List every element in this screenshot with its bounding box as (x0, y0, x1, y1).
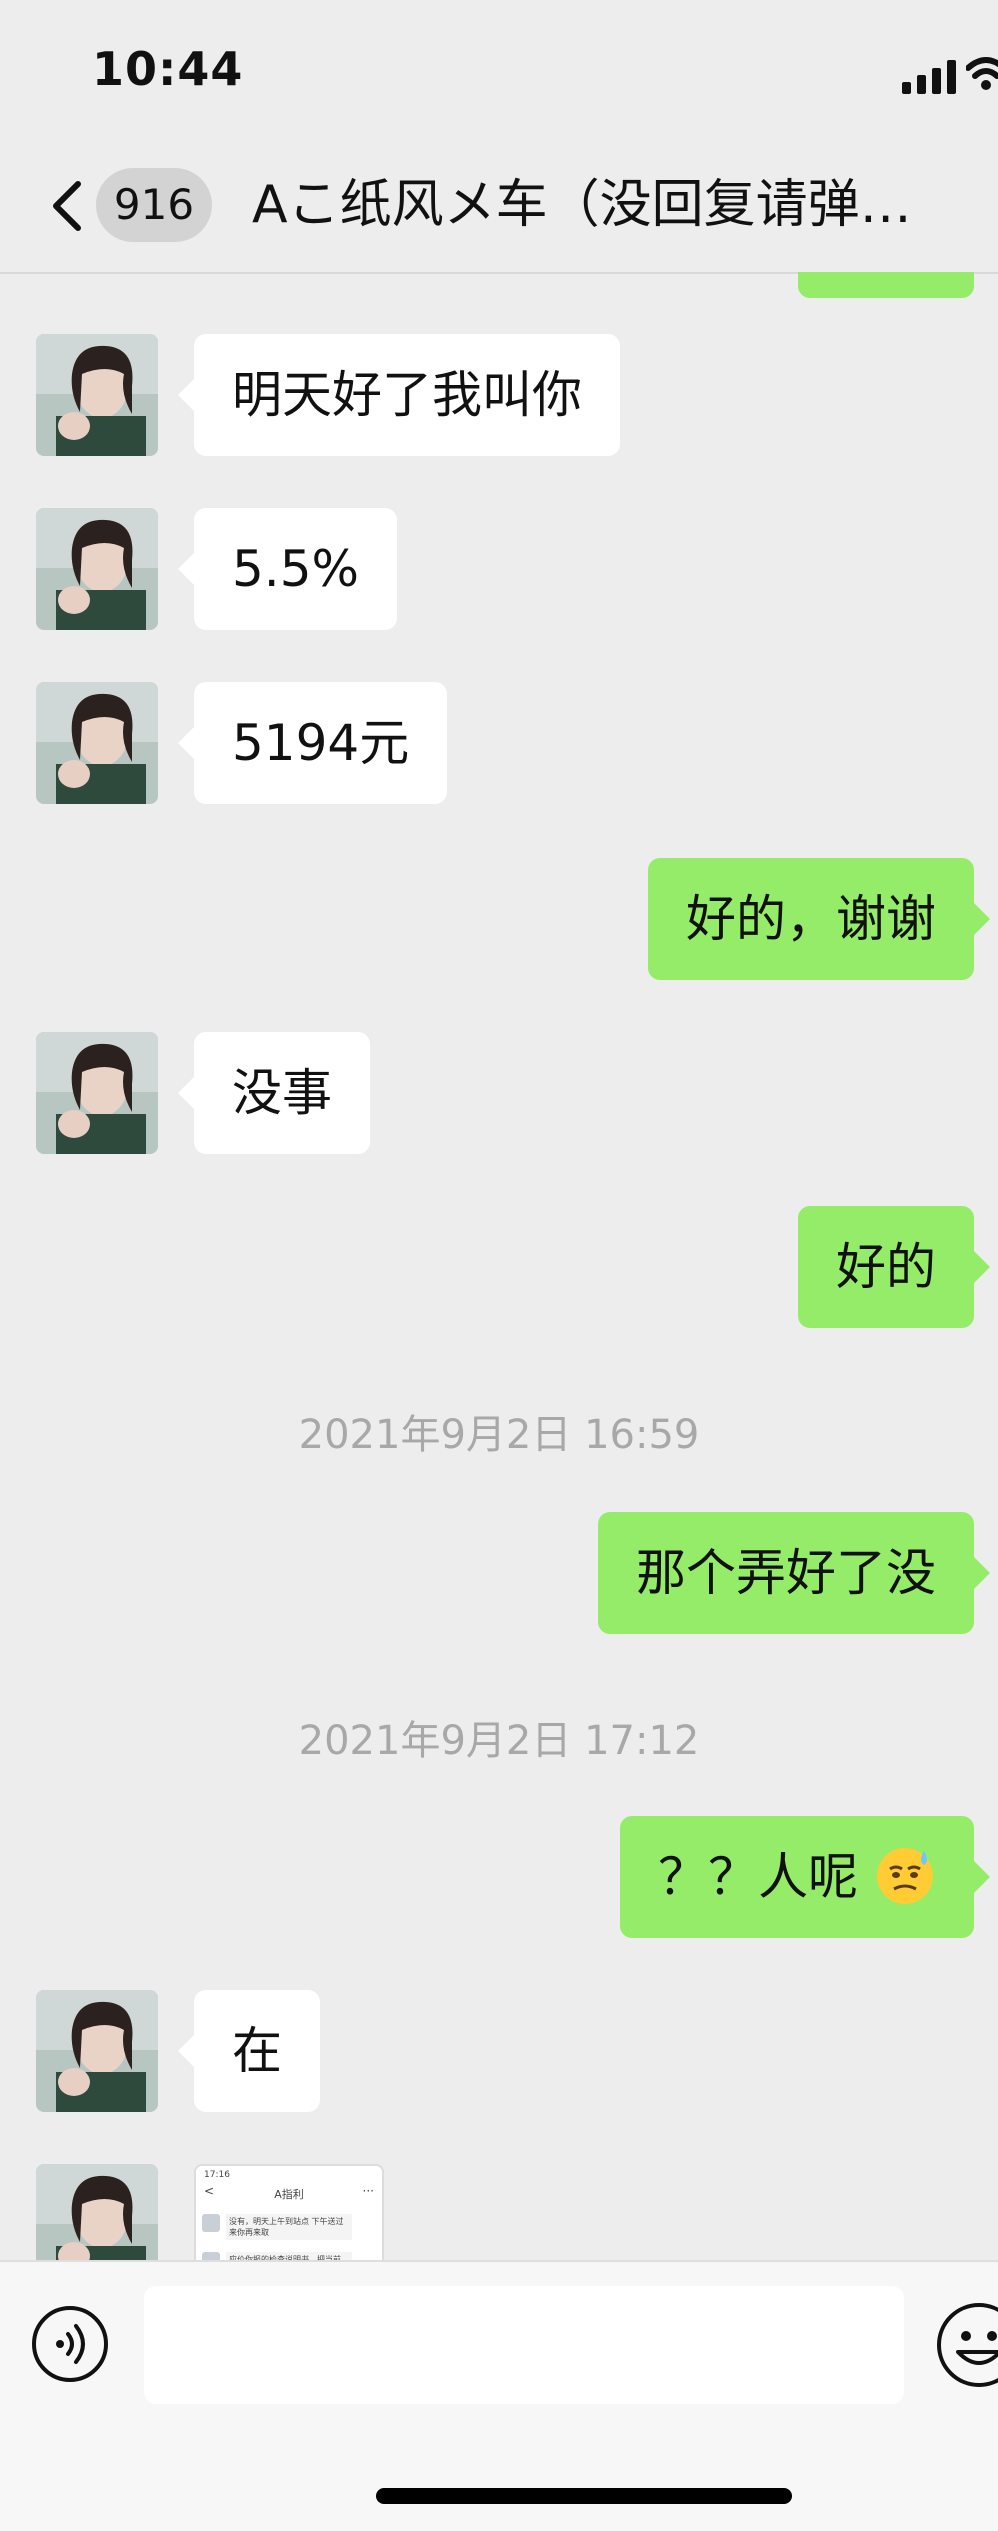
voice-input-icon[interactable] (30, 2304, 110, 2384)
message-text: ？？人呢 (658, 1848, 859, 1906)
cellular-signal-icon (902, 60, 956, 94)
back-arrow-icon[interactable] (40, 176, 100, 236)
contact-avatar[interactable] (36, 1032, 158, 1154)
contact-avatar[interactable] (36, 2164, 158, 2260)
message-timestamp: 2021年9月2日 16:59 (298, 1412, 700, 1458)
contact-avatar[interactable] (36, 1990, 158, 2112)
contact-avatar[interactable] (36, 334, 158, 456)
thumbnail-message: 应价你报的检查说明书，把当前 (226, 2252, 352, 2260)
contact-avatar-image (36, 682, 158, 804)
thumbnail-avatar (202, 2214, 220, 2232)
contact-avatar-image (36, 508, 158, 630)
thumbnail-message: 没有，明天上午到站点 下午送过来你再来取 (226, 2214, 352, 2240)
message-text-input[interactable] (144, 2286, 904, 2404)
thumbnail-title: A指利 (274, 2188, 304, 2201)
message-bubble-outgoing[interactable]: 好的 (798, 1206, 990, 1328)
message-timestamp: 2021年9月2日 17:12 (298, 1718, 700, 1764)
thumbnail-time: 17:16 (204, 2170, 230, 2180)
message-list[interactable]: 明天好了我叫你 5.5% 5194元 好的，谢谢 没事 好的 2021年9月2日… (0, 272, 998, 2260)
thumbnail-more-icon: ··· (362, 2184, 374, 2198)
thumbnail-avatar (202, 2252, 220, 2260)
status-time: 10:44 (92, 42, 244, 96)
message-bubble-outgoing[interactable]: 好的，谢谢 (648, 858, 990, 980)
chat-title: Aこ纸风メ车（没回复请弹… (252, 175, 912, 235)
message-bubble-incoming[interactable]: 在 (178, 1990, 320, 2112)
unread-count-badge[interactable]: 916 (96, 168, 212, 242)
message-bubble-incoming[interactable]: 5194元 (177, 682, 448, 804)
contact-avatar[interactable] (36, 508, 158, 630)
home-indicator (376, 2488, 792, 2504)
message-bubble-outgoing[interactable]: ？？人呢 (620, 1816, 990, 1938)
outgoing-bubble-partial (798, 272, 974, 298)
contact-avatar-image (36, 1990, 158, 2112)
thumbnail-row: 应价你报的检查说明书，把当前 (202, 2252, 378, 2260)
thumbnail-row: 没有，明天上午到站点 下午送过来你再来取 (202, 2214, 378, 2246)
image-message-thumbnail[interactable]: 17:16 < A指利 ··· 没有，明天上午到站点 下午送过来你再来取 应价你… (194, 2164, 384, 2260)
emoji-picker-icon[interactable] (934, 2300, 998, 2390)
contact-avatar-image (36, 2164, 158, 2260)
status-bar: 10:44 (0, 0, 998, 150)
message-bubble-incoming[interactable]: 5.5% (177, 508, 398, 630)
chat-header: 916 Aこ纸风メ车（没回复请弹… (0, 150, 998, 274)
message-bubble-incoming[interactable]: 没事 (178, 1032, 370, 1154)
contact-avatar-image (36, 334, 158, 456)
contact-avatar-image (36, 1032, 158, 1154)
message-bubble-incoming[interactable]: 明天好了我叫你 (178, 334, 620, 456)
sweat-smile-emoji-icon (877, 1847, 933, 1904)
message-bubble-outgoing[interactable]: 那个弄好了没 (598, 1512, 990, 1634)
contact-avatar[interactable] (36, 682, 158, 804)
wifi-icon (966, 57, 998, 90)
